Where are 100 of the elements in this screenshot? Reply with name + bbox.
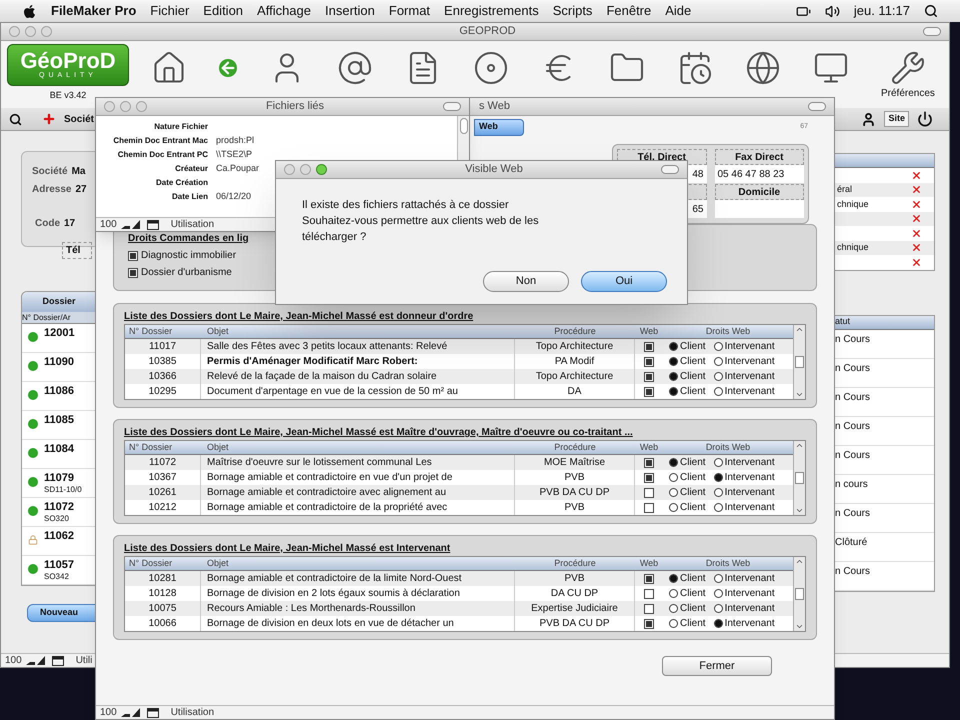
radio-label[interactable]: Client	[680, 500, 706, 515]
search-icon[interactable]	[9, 112, 22, 126]
radio-button[interactable]	[714, 604, 723, 613]
radio-label[interactable]: Client	[680, 586, 706, 601]
web-checkbox[interactable]	[644, 372, 654, 382]
menu-item[interactable]: Affichage	[257, 1, 311, 21]
scroll-up-icon[interactable]	[795, 441, 804, 450]
toolbar-label[interactable]: Préférences	[881, 86, 935, 101]
phone-field[interactable]	[714, 200, 804, 218]
checkbox[interactable]	[128, 268, 138, 278]
checkbox-label[interactable]: Diagnostic immobilier	[141, 248, 236, 263]
zoom-level[interactable]: 100	[100, 217, 117, 232]
delete-icon[interactable]	[911, 198, 922, 210]
company-label[interactable]: Sociét	[64, 112, 94, 126]
wrench-icon[interactable]	[890, 50, 926, 86]
scroll-thumb[interactable]	[795, 588, 804, 600]
radio-button[interactable]	[669, 503, 678, 512]
radio-label[interactable]: Client	[680, 601, 706, 616]
at-sign-icon[interactable]	[337, 50, 373, 86]
scroll-up-icon[interactable]	[795, 557, 804, 566]
phone-field[interactable]: 05 46 47 88 23	[714, 165, 804, 183]
disc-icon[interactable]	[473, 50, 509, 86]
menu-item[interactable]: Fenêtre	[606, 1, 652, 21]
app-menu[interactable]: FileMaker Pro	[51, 1, 136, 21]
dialog-button[interactable]: Non	[483, 271, 569, 292]
web-checkbox[interactable]	[644, 588, 654, 598]
toolbar-toggle-button[interactable]	[661, 165, 679, 174]
scrollbar[interactable]	[793, 325, 805, 399]
radio-button[interactable]	[669, 357, 678, 366]
scroll-down-icon[interactable]	[795, 506, 804, 515]
radio-label[interactable]: Intervenant	[724, 354, 775, 369]
table-row[interactable]: 10261 Bornage amiable et contradictoire avec alignement au PVB DA CU DP Client Intervenant	[125, 485, 793, 500]
delete-icon[interactable]	[911, 242, 922, 254]
clock[interactable]: jeu. 11:17	[854, 1, 910, 21]
toolbar-toggle-button[interactable]	[808, 102, 826, 111]
zoom-icon[interactable]	[120, 220, 143, 229]
layout-icon[interactable]	[146, 220, 159, 230]
toolbar-toggle-button[interactable]	[443, 102, 461, 111]
radio-label[interactable]: Client	[680, 485, 706, 500]
toolbar-toggle-button[interactable]	[923, 27, 941, 36]
phone-button[interactable]: Tél	[62, 242, 92, 259]
radio-button[interactable]	[714, 372, 723, 381]
radio-label[interactable]: Client	[680, 616, 706, 631]
mode-label[interactable]: Utilisation	[170, 217, 214, 232]
radio-label[interactable]: Intervenant	[724, 500, 775, 515]
radio-label[interactable]: Intervenant	[724, 339, 775, 354]
web-checkbox[interactable]	[644, 386, 654, 396]
delete-icon[interactable]	[911, 170, 922, 181]
menu-item[interactable]: Edition	[203, 1, 244, 21]
layout-icon[interactable]	[52, 656, 64, 666]
list-row[interactable]: éral	[835, 182, 934, 197]
delete-icon[interactable]	[911, 256, 922, 268]
menu-item[interactable]: Insertion	[325, 1, 375, 21]
delete-icon[interactable]	[911, 213, 922, 224]
radio-label[interactable]: Intervenant	[724, 470, 775, 485]
radio-button[interactable]	[669, 488, 678, 497]
delete-icon[interactable]	[911, 228, 922, 239]
radio-button[interactable]	[669, 589, 678, 598]
radio-button[interactable]	[669, 342, 678, 351]
search-icon[interactable]	[924, 4, 938, 18]
menu-item[interactable]: Aide	[665, 1, 692, 21]
table-row[interactable]: 11017 Salle des Fêtes avec 3 petits locaux attenants: Relevé Topo Architecture Client Intervenant	[125, 339, 793, 354]
table-row[interactable]: 10281 Bornage amiable et contradictoire de la limite Nord-Ouest PVB Client Intervenant	[125, 571, 793, 586]
web-checkbox[interactable]	[644, 574, 654, 584]
checkbox[interactable]	[128, 250, 138, 260]
radio-label[interactable]: Intervenant	[724, 485, 775, 500]
table-row[interactable]: 11072 Maîtrise d'oeuvre sur le lotissement communal Les MOE Maîtrise Client Intervenant	[125, 455, 793, 470]
radio-label[interactable]: Intervenant	[724, 369, 775, 384]
new-button[interactable]: Nouveau	[27, 604, 97, 622]
scroll-thumb[interactable]	[795, 356, 804, 368]
scrollbar[interactable]	[793, 441, 805, 515]
zoom-level[interactable]: 100	[5, 653, 22, 668]
zoom-icon[interactable]	[120, 708, 143, 717]
menu-item[interactable]: Format	[388, 1, 430, 21]
scrollbar[interactable]	[793, 557, 805, 631]
volume-icon[interactable]	[824, 4, 840, 18]
web-checkbox[interactable]	[644, 342, 654, 352]
scroll-down-icon[interactable]	[795, 622, 804, 631]
radio-button[interactable]	[714, 503, 723, 512]
apple-icon[interactable]	[22, 4, 37, 18]
menu-item[interactable]: Fichier	[150, 1, 190, 21]
radio-button[interactable]	[669, 473, 678, 482]
web-checkbox[interactable]	[644, 458, 654, 468]
radio-label[interactable]: Intervenant	[724, 586, 775, 601]
radio-label[interactable]: Intervenant	[724, 571, 775, 586]
close-dialog-button[interactable]: Fermer	[662, 656, 772, 676]
radio-button[interactable]	[669, 574, 678, 583]
scroll-up-icon[interactable]	[795, 325, 804, 334]
radio-button[interactable]	[669, 619, 678, 628]
web-checkbox[interactable]	[644, 618, 654, 628]
web-checkbox[interactable]	[644, 604, 654, 614]
radio-button[interactable]	[714, 619, 723, 628]
radio-button[interactable]	[669, 387, 678, 396]
globe-icon[interactable]	[745, 50, 781, 86]
radio-button[interactable]	[714, 342, 723, 351]
radio-button[interactable]	[714, 387, 723, 396]
radio-label[interactable]: Client	[680, 384, 706, 399]
web-checkbox[interactable]	[644, 472, 654, 482]
plus-icon[interactable]	[42, 112, 56, 126]
delete-icon[interactable]	[911, 184, 922, 196]
